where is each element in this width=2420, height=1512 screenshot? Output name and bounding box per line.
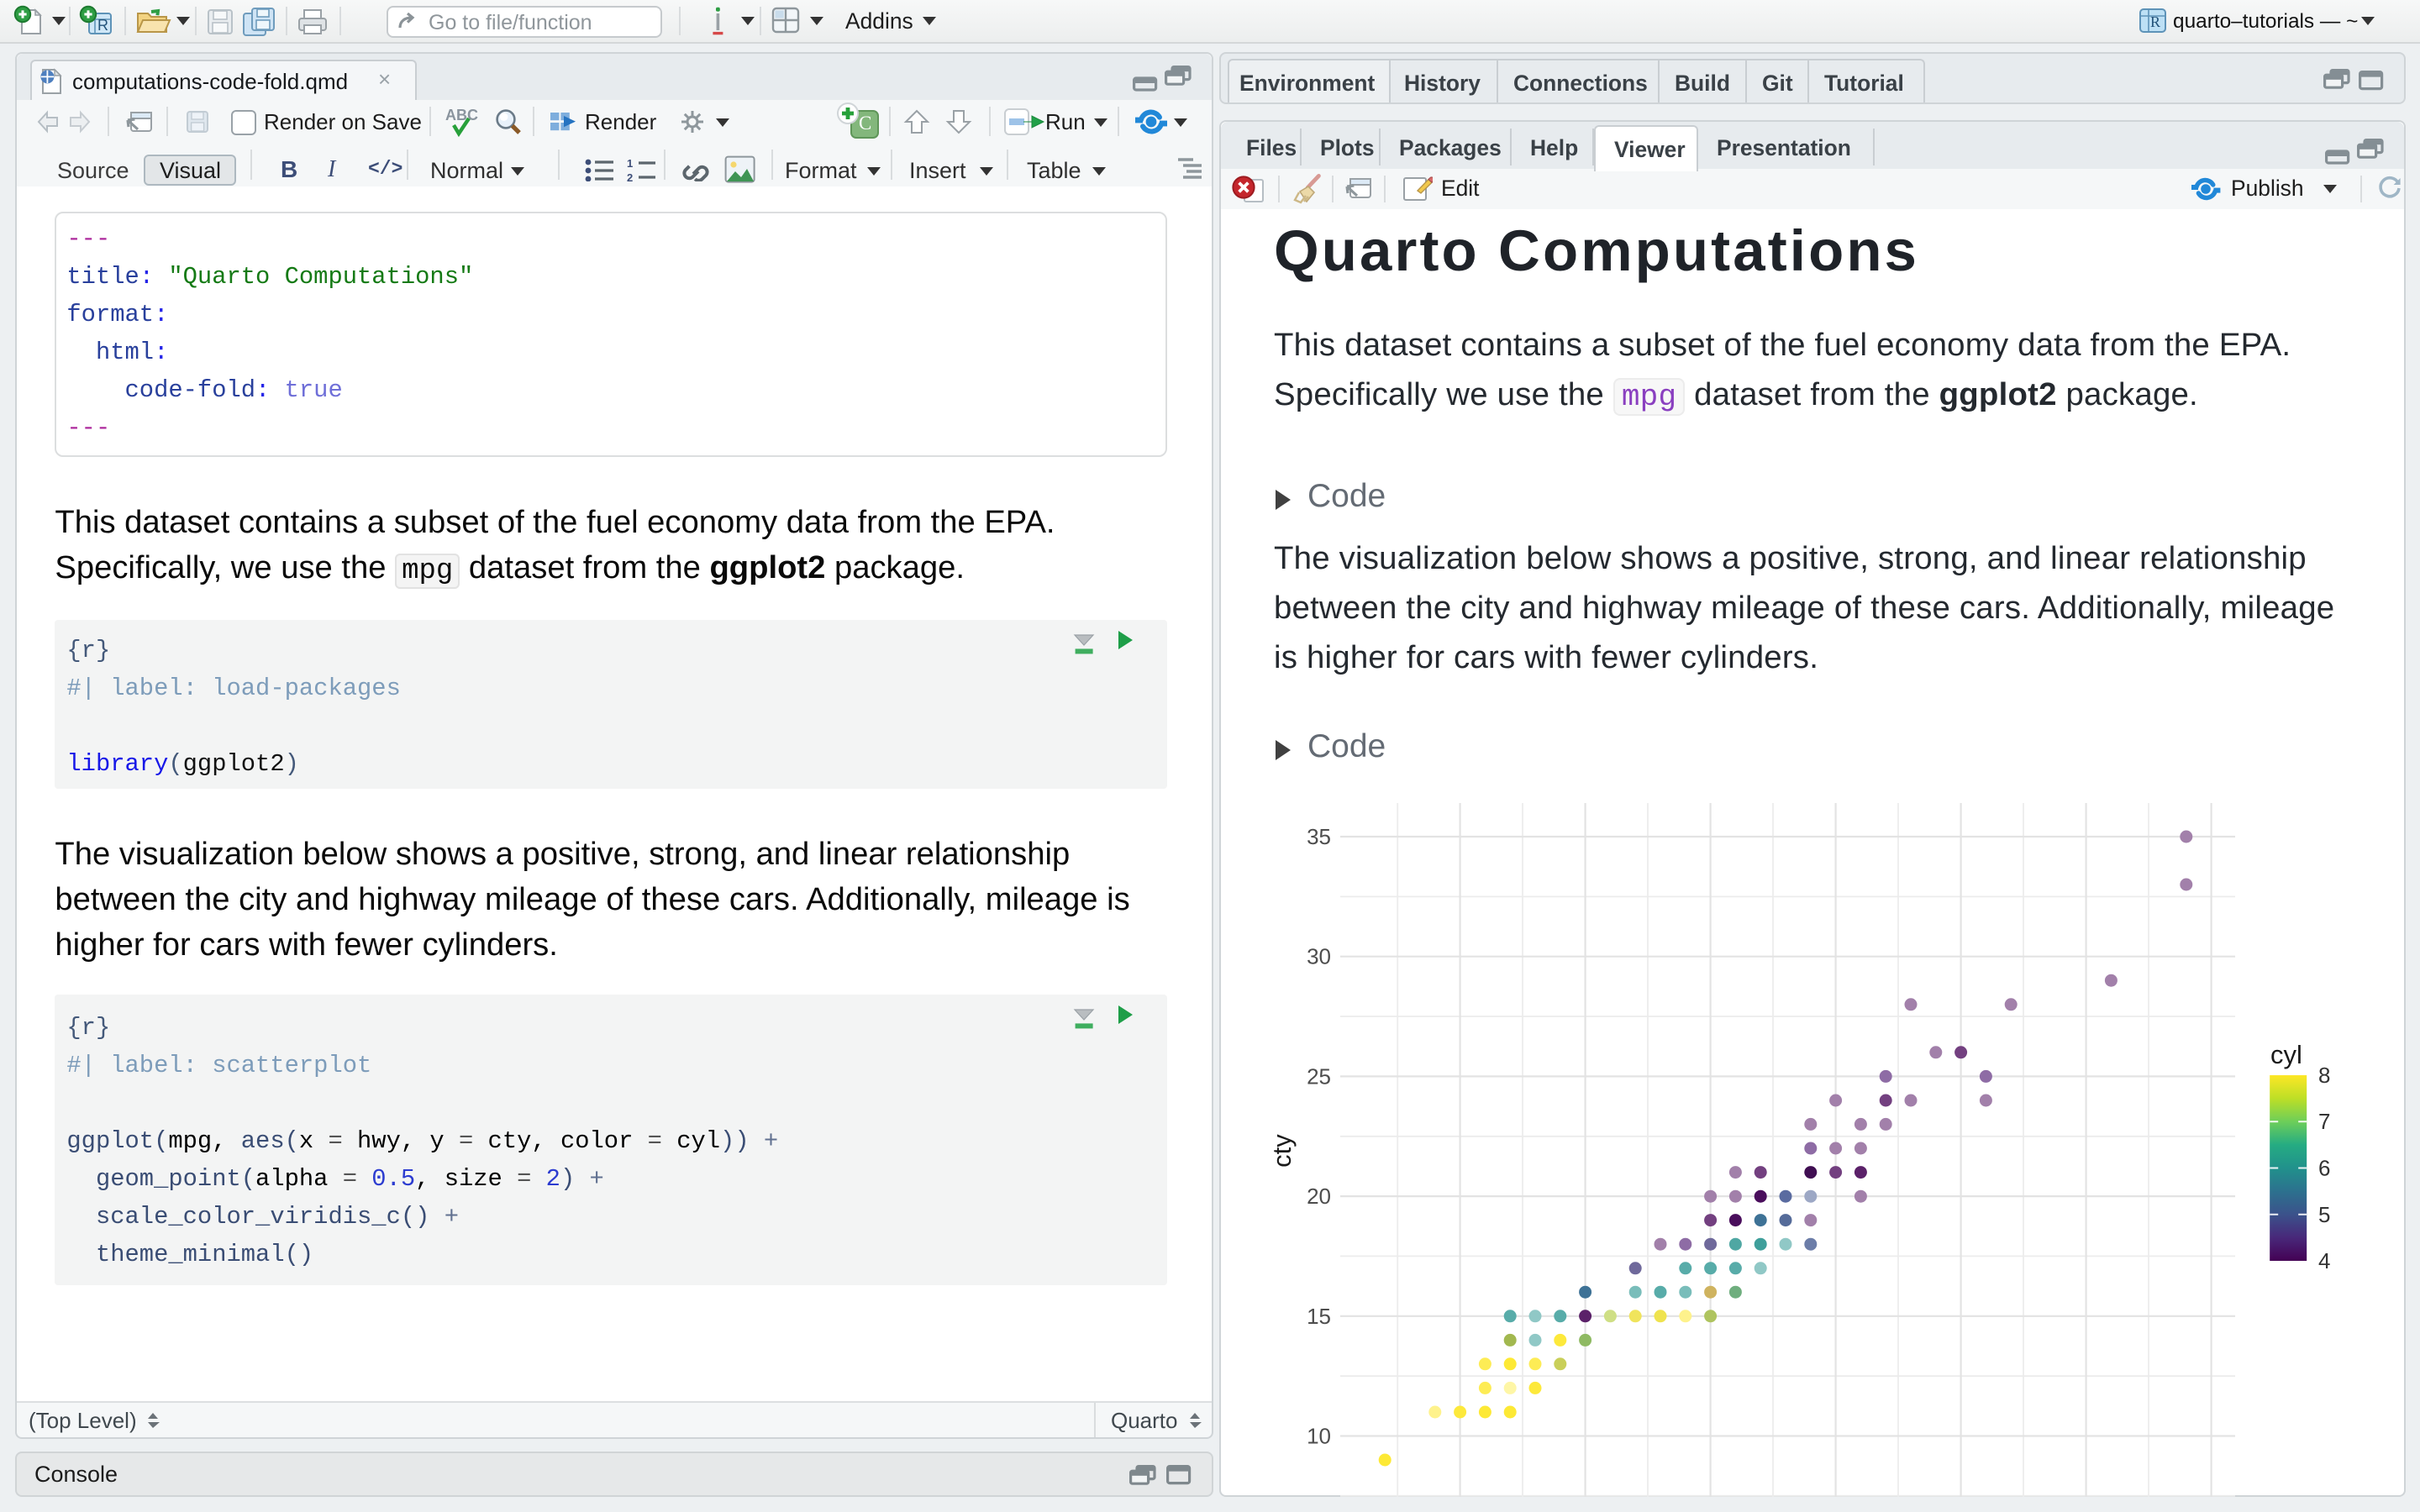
- svg-text:8: 8: [2318, 1063, 2330, 1088]
- svg-text:20: 20: [1307, 1184, 1331, 1209]
- svg-text:10: 10: [1307, 1424, 1331, 1449]
- svg-text:R: R: [97, 17, 108, 34]
- svg-text:1: 1: [627, 157, 633, 170]
- svg-text:30: 30: [1307, 944, 1331, 969]
- svg-text:4: 4: [2318, 1248, 2330, 1273]
- svg-text:25: 25: [1307, 1063, 1331, 1089]
- svg-text:2: 2: [627, 171, 633, 182]
- svg-text:cty: cty: [1267, 1134, 1297, 1168]
- svg-text:6: 6: [2318, 1156, 2330, 1181]
- svg-text:ABC: ABC: [445, 107, 478, 123]
- svg-text:7: 7: [2318, 1109, 2330, 1134]
- svg-text:5: 5: [2318, 1202, 2330, 1227]
- svg-text:35: 35: [1307, 824, 1331, 849]
- svg-text:cyl: cyl: [2270, 1040, 2302, 1069]
- svg-text:15: 15: [1307, 1304, 1331, 1329]
- svg-text:R: R: [2150, 13, 2160, 30]
